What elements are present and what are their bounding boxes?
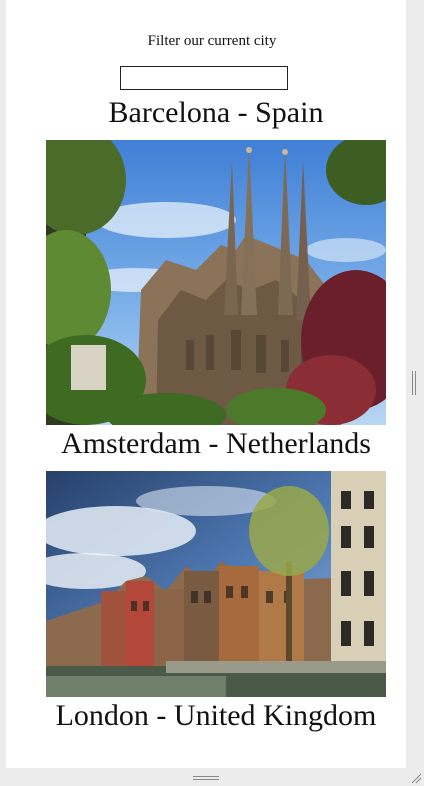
horizontal-resize-grip-icon[interactable]: [193, 775, 219, 781]
city-title-london: London - United Kingdom: [55, 699, 377, 732]
city-title-barcelona: Barcelona - Spain: [108, 96, 324, 129]
window-resize-corner-icon[interactable]: [410, 772, 422, 784]
filter-label: Filter our current city: [147, 33, 277, 49]
vertical-resize-grip-icon[interactable]: [411, 371, 417, 395]
city-filter-input[interactable]: [120, 66, 288, 90]
city-image-amsterdam: [46, 471, 386, 697]
city-title-amsterdam: Amsterdam - Netherlands: [61, 427, 371, 460]
city-image-barcelona: [46, 140, 386, 425]
page-viewport: Filter our current city Barcelona - Spai…: [6, 0, 406, 768]
